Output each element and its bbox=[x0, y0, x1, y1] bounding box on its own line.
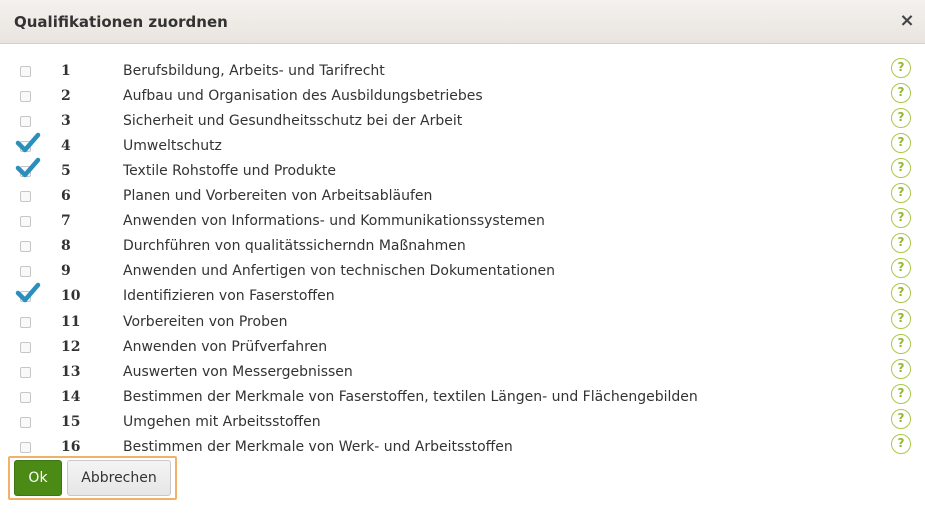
list-item: 7 Anwenden von Informations- und Kommunik… bbox=[0, 208, 925, 233]
item-checkbox[interactable] bbox=[20, 391, 31, 403]
help-icon[interactable]: ? bbox=[891, 233, 911, 254]
item-label: Sicherheit und Gesundheitsschutz bei der… bbox=[123, 113, 463, 130]
item-checkbox[interactable] bbox=[20, 241, 31, 253]
qualification-dialog: Qualifikationen zuordnen × 1 Berufsbildun… bbox=[0, 0, 925, 524]
list-item: 14 Bestimmen der Merkmale von Faserstoffe… bbox=[0, 383, 925, 409]
list-item: 3 Sicherheit und Gesundheitsschutz bei de… bbox=[0, 108, 925, 133]
item-label: Berufsbildung, Arbeits- und Tarifrecht bbox=[123, 63, 385, 79]
help-icon[interactable]: ? bbox=[891, 158, 911, 179]
item-checkbox[interactable] bbox=[20, 366, 31, 378]
item-label: Auswerten von Messergebnissen bbox=[123, 363, 353, 380]
item-number: 15 bbox=[61, 413, 81, 430]
list-item: 11 Vorbereiten von Proben? bbox=[0, 308, 925, 334]
item-number: 8 bbox=[61, 238, 71, 255]
help-icon[interactable]: ? bbox=[891, 283, 911, 304]
item-checkbox[interactable] bbox=[20, 91, 31, 103]
item-label: Anwenden von Informations- und Kommunika… bbox=[123, 213, 545, 230]
list-item: 6 Planen und Vorbereiten von Arbeitsabläu… bbox=[0, 183, 925, 208]
dialog-title: Qualifikationen zuordnen bbox=[14, 13, 228, 31]
item-label: Durchführen von qualitätssicherndn Maßna… bbox=[123, 238, 466, 255]
item-checkbox[interactable] bbox=[20, 416, 31, 428]
item-number: 6 bbox=[61, 188, 71, 205]
item-label: Vorbereiten von Proben bbox=[123, 313, 288, 330]
item-number: 12 bbox=[61, 338, 81, 355]
close-icon[interactable]: × bbox=[896, 10, 918, 32]
item-number: 13 bbox=[61, 363, 81, 380]
item-label: Umweltschutz bbox=[123, 138, 222, 155]
list-item: 16 Bestimmen der Merkmale von Werk- und A… bbox=[0, 433, 925, 459]
checkmark-icon bbox=[15, 283, 41, 303]
item-number: 4 bbox=[61, 138, 71, 155]
help-icon[interactable]: ? bbox=[891, 58, 911, 78]
help-icon[interactable]: ? bbox=[891, 408, 911, 429]
item-checkbox[interactable] bbox=[20, 116, 31, 128]
item-label: Textile Rohstoffe und Produkte bbox=[123, 163, 337, 180]
item-number: 14 bbox=[61, 388, 81, 405]
list-item: 13 Auswerten von Messergebnissen? bbox=[0, 358, 925, 384]
help-icon[interactable]: ? bbox=[891, 358, 911, 379]
item-checkbox[interactable] bbox=[20, 266, 31, 278]
list-item: 2 Aufbau und Organisation des Ausbildungs… bbox=[0, 83, 925, 108]
item-number: 9 bbox=[61, 263, 71, 280]
dialog-titlebar: Qualifikationen zuordnen × bbox=[0, 0, 925, 44]
item-checkbox[interactable] bbox=[20, 441, 31, 453]
help-icon[interactable]: ? bbox=[891, 308, 911, 329]
item-number: 5 bbox=[61, 163, 71, 180]
item-number: 10 bbox=[61, 288, 81, 305]
item-checkbox[interactable] bbox=[20, 341, 31, 353]
item-label: Aufbau und Organisation des Ausbildungsb… bbox=[123, 88, 483, 105]
item-label: Anwenden und Anfertigen von technischen … bbox=[123, 263, 556, 280]
item-number: 11 bbox=[61, 313, 81, 330]
list-item: 1 Berufsbildung, Arbeits- und Tarifrecht? bbox=[0, 58, 925, 83]
help-icon[interactable]: ? bbox=[891, 208, 911, 229]
help-icon[interactable]: ? bbox=[891, 108, 911, 129]
item-label: Bestimmen der Merkmale von Faserstoffen,… bbox=[123, 388, 698, 405]
help-icon[interactable]: ? bbox=[891, 258, 911, 279]
item-checkbox[interactable] bbox=[15, 283, 41, 303]
item-label: Umgehen mit Arbeitsstoffen bbox=[123, 413, 321, 430]
help-icon[interactable]: ? bbox=[891, 83, 911, 104]
item-checkbox[interactable] bbox=[15, 132, 41, 153]
list-item: 9 Anwenden und Anfertigen von technischen… bbox=[0, 258, 925, 283]
help-icon[interactable]: ? bbox=[891, 133, 911, 154]
item-number: 16 bbox=[61, 438, 81, 455]
checkmark-icon bbox=[15, 132, 41, 153]
cancel-button[interactable]: Abbrechen bbox=[67, 460, 171, 496]
list-item: 15 Umgehen mit Arbeitsstoffen? bbox=[0, 408, 925, 434]
help-icon[interactable]: ? bbox=[891, 383, 911, 404]
item-number: 3 bbox=[61, 113, 71, 130]
item-checkbox[interactable] bbox=[20, 191, 31, 203]
item-checkbox[interactable] bbox=[20, 316, 31, 328]
list-item: 10 Identifizieren von Faserstoffen? bbox=[0, 283, 925, 308]
item-checkbox[interactable] bbox=[15, 157, 41, 178]
help-icon[interactable]: ? bbox=[891, 183, 911, 204]
item-checkbox[interactable] bbox=[20, 216, 31, 228]
list-item: 12 Anwenden von Prüfverfahren? bbox=[0, 333, 925, 359]
list-item: 5 Textile Rohstoffe und Produkte? bbox=[0, 157, 925, 183]
help-icon[interactable]: ? bbox=[891, 333, 911, 354]
list-item: 4 Umweltschutz? bbox=[0, 132, 925, 158]
ok-button[interactable]: Ok bbox=[14, 460, 62, 496]
list-item: 8 Durchführen von qualitätssicherndn Maßn… bbox=[0, 233, 925, 258]
help-icon[interactable]: ? bbox=[891, 433, 911, 454]
item-label: Identifizieren von Faserstoffen bbox=[123, 288, 335, 305]
item-label: Anwenden von Prüfverfahren bbox=[123, 338, 328, 355]
item-number: 1 bbox=[61, 63, 71, 79]
item-checkbox[interactable] bbox=[20, 66, 31, 77]
item-number: 7 bbox=[61, 213, 71, 230]
item-number: 2 bbox=[61, 88, 71, 105]
item-label: Bestimmen der Merkmale von Werk- und Arb… bbox=[123, 438, 513, 455]
checkmark-icon bbox=[15, 157, 41, 178]
item-label: Planen und Vorbereiten von Arbeitsabläuf… bbox=[123, 188, 433, 205]
